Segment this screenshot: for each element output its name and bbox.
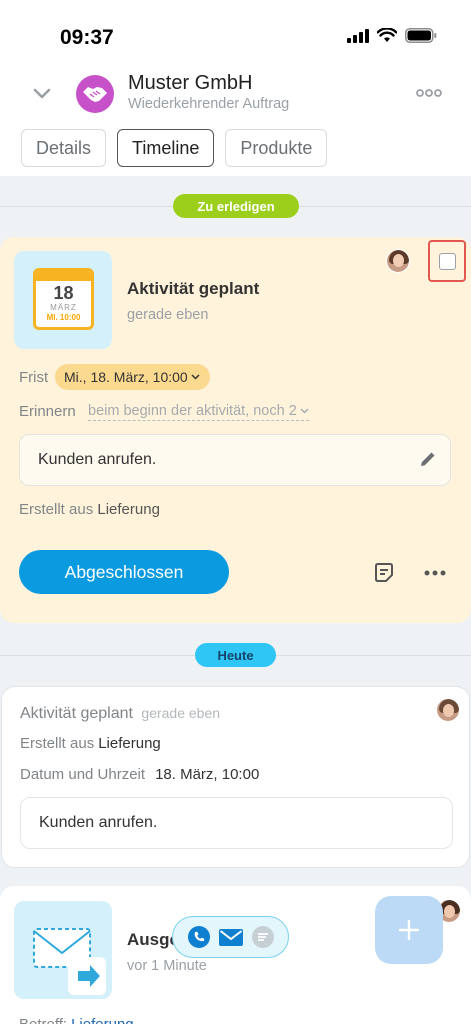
mail-icon-box	[14, 901, 112, 999]
complete-button[interactable]: Abgeschlossen	[19, 550, 229, 594]
section-badge-today: Heute	[195, 643, 276, 667]
company-avatar	[76, 75, 114, 113]
deadline-label: Frist	[19, 369, 49, 386]
complete-checkbox-highlight[interactable]	[428, 240, 466, 282]
tab-details[interactable]: Details	[21, 129, 107, 167]
remind-selector[interactable]: beim beginn der aktivität, noch 2	[88, 403, 309, 421]
history-datetime-label: Datum und Uhrzeit	[20, 766, 146, 783]
page-subtitle: Wiederkehrender Auftrag	[128, 96, 290, 112]
section-badge-todo: Zu erledigen	[173, 194, 299, 218]
activity-card-todo: 18 MÄRZ MI. 10:00 Aktivität geplant gera…	[0, 237, 471, 623]
history-source-value: Lieferung	[98, 735, 161, 752]
mail-subject-link[interactable]: Lieferung	[71, 1016, 134, 1024]
tab-timeline[interactable]: Timeline	[117, 129, 215, 167]
activity-note[interactable]: Kunden anrufen.	[19, 434, 451, 486]
deadline-chip[interactable]: Mi., 18. März, 10:00	[55, 364, 210, 390]
communication-bar	[172, 916, 289, 958]
handshake-icon	[83, 87, 107, 102]
history-note: Kunden anrufen.	[20, 797, 453, 849]
calendar-icon: 18 MÄRZ MI. 10:00	[33, 268, 94, 330]
mail-time: vor 1 Minute	[127, 958, 207, 974]
calendar-day: 18	[53, 283, 74, 303]
remind-value: beim beginn der aktivität, noch 2	[88, 403, 297, 419]
status-time: 09:37	[60, 26, 114, 49]
activity-time: gerade eben	[127, 307, 209, 323]
remind-label: Erinnern	[19, 403, 76, 420]
more-dots-icon[interactable]	[424, 570, 446, 576]
chevron-down-icon[interactable]	[30, 82, 54, 106]
deadline-value: Mi., 18. März, 10:00	[64, 369, 188, 385]
complete-checkbox[interactable]	[438, 252, 456, 270]
history-datetime: Datum und Uhrzeit 18. März, 10:00	[20, 766, 259, 783]
mail-title: Ausge	[127, 930, 179, 949]
activity-note-text: Kunden anrufen.	[38, 451, 157, 468]
mail-icon[interactable]	[218, 928, 243, 946]
mail-subject-label: Betreff:	[19, 1016, 67, 1024]
add-button[interactable]	[375, 896, 443, 964]
battery-icon	[405, 28, 437, 43]
chat-icon[interactable]	[251, 926, 274, 948]
responsible-avatar[interactable]	[436, 698, 460, 722]
page-title: Muster GmbH	[128, 72, 253, 94]
phone-icon[interactable]	[187, 926, 210, 948]
plus-icon	[398, 919, 420, 941]
history-source-label: Erstellt aus	[20, 735, 95, 752]
responsible-avatar[interactable]	[386, 249, 410, 273]
tab-bar: Details Timeline Produkte	[21, 129, 328, 167]
history-time: gerade eben	[141, 705, 221, 721]
envelope-icon	[33, 928, 106, 995]
pencil-icon[interactable]	[418, 449, 438, 469]
note-icon[interactable]	[373, 562, 395, 584]
signal-icon	[347, 28, 369, 43]
calendar-time: MI. 10:00	[46, 313, 81, 322]
created-from-value: Lieferung	[97, 501, 160, 518]
more-dots-icon[interactable]	[416, 88, 442, 98]
created-from-label: Erstellt aus	[19, 501, 94, 518]
history-title: Aktivität geplant	[20, 705, 133, 722]
history-title-row: Aktivität geplant gerade eben	[20, 705, 220, 723]
created-from: Erstellt aus Lieferung	[19, 501, 160, 518]
chevron-down-icon	[300, 408, 309, 414]
status-bar: 09:37	[0, 0, 471, 70]
wifi-icon	[377, 28, 397, 42]
history-source: Erstellt aus Lieferung	[20, 735, 161, 752]
activity-title: Aktivität geplant	[127, 279, 260, 298]
status-icons	[347, 28, 437, 43]
activity-card-history[interactable]: Aktivität geplant gerade eben Erstellt a…	[1, 686, 470, 868]
chevron-down-icon	[191, 374, 200, 380]
calendar-month: MÄRZ	[50, 303, 77, 312]
tab-produkte[interactable]: Produkte	[225, 129, 328, 167]
activity-icon-box: 18 MÄRZ MI. 10:00	[14, 251, 112, 349]
entity-header: Muster GmbH Wiederkehrender Auftrag Deta…	[0, 70, 471, 176]
mail-subject: Betreff: Lieferung	[19, 1016, 134, 1024]
history-datetime-value: 18. März, 10:00	[155, 766, 260, 783]
history-note-text: Kunden anrufen.	[39, 814, 158, 831]
